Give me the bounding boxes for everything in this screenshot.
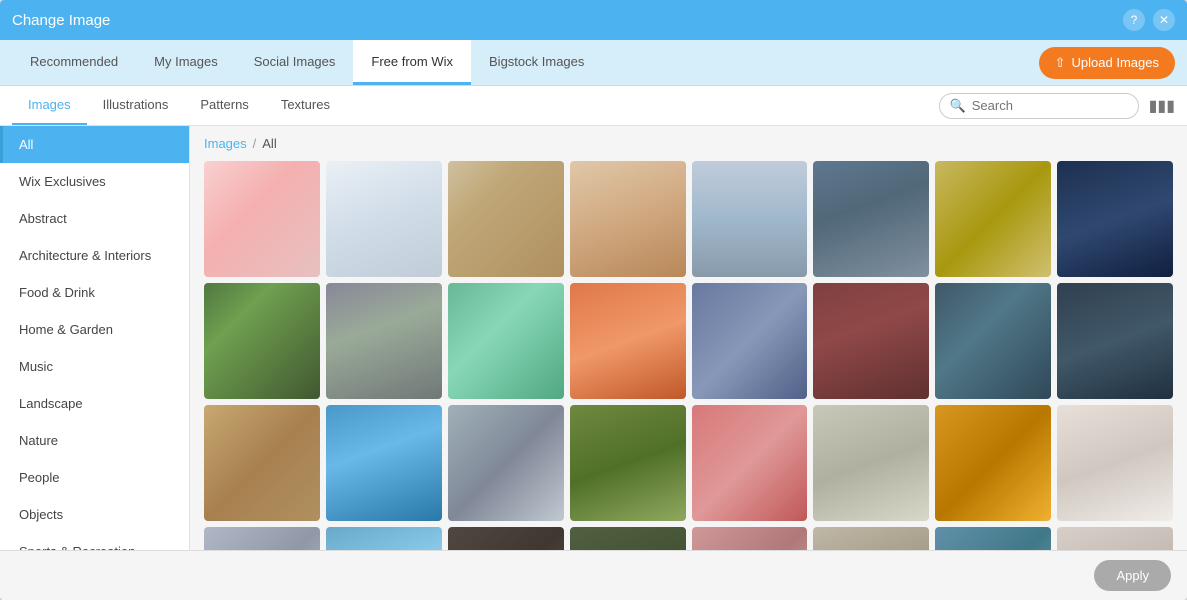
sidebar-item-objects[interactable]: Objects — [0, 496, 189, 533]
image-cell[interactable] — [570, 527, 686, 550]
image-cell[interactable] — [813, 527, 929, 550]
breadcrumb: Images / All — [204, 136, 1173, 151]
main-content: All Wix Exclusives Abstract Architecture… — [0, 126, 1187, 550]
grid-view-icon[interactable]: ▮▮▮ — [1149, 96, 1175, 116]
image-cell[interactable] — [1057, 527, 1173, 550]
modal-title: Change Image — [12, 12, 110, 29]
upload-label: Upload Images — [1072, 55, 1159, 70]
image-cell[interactable] — [1057, 161, 1173, 277]
image-cell[interactable] — [570, 161, 686, 277]
sidebar-item-all[interactable]: All — [0, 126, 189, 163]
breadcrumb-separator: / — [253, 136, 257, 151]
footer: Apply — [0, 550, 1187, 600]
image-cell[interactable] — [448, 161, 564, 277]
sub-tab-right: 🔍 ▮▮▮ — [939, 93, 1175, 119]
image-cell[interactable] — [1057, 405, 1173, 521]
sub-tab-textures[interactable]: Textures — [265, 86, 346, 125]
breadcrumb-current: All — [262, 136, 276, 151]
upload-images-button[interactable]: ⇧ Upload Images — [1039, 47, 1175, 79]
image-cell[interactable] — [692, 283, 808, 399]
image-cell[interactable] — [692, 527, 808, 550]
apply-button[interactable]: Apply — [1094, 560, 1171, 591]
tab-social-images[interactable]: Social Images — [236, 40, 354, 85]
sidebar-item-people[interactable]: People — [0, 459, 189, 496]
image-cell[interactable] — [935, 405, 1051, 521]
image-cell[interactable] — [448, 527, 564, 550]
image-cell[interactable] — [935, 283, 1051, 399]
image-cell[interactable] — [813, 405, 929, 521]
change-image-modal: Change Image ? ✕ Recommended My Images S… — [0, 0, 1187, 600]
sidebar-item-abstract[interactable]: Abstract — [0, 200, 189, 237]
image-cell[interactable] — [1057, 283, 1173, 399]
sub-tab-patterns[interactable]: Patterns — [184, 86, 264, 125]
tab-free-from-wix[interactable]: Free from Wix — [353, 40, 471, 85]
image-cell[interactable] — [204, 405, 320, 521]
title-bar-actions: ? ✕ — [1123, 9, 1175, 31]
sidebar-item-food-drink[interactable]: Food & Drink — [0, 274, 189, 311]
sidebar-item-sports[interactable]: Sports & Recreation — [0, 533, 189, 550]
sidebar-item-architecture[interactable]: Architecture & Interiors — [0, 237, 189, 274]
image-cell[interactable] — [326, 527, 442, 550]
image-cell[interactable] — [935, 527, 1051, 550]
sub-tab-images[interactable]: Images — [12, 86, 87, 125]
image-cell[interactable] — [326, 161, 442, 277]
search-input[interactable] — [972, 98, 1128, 113]
image-cell[interactable] — [204, 527, 320, 550]
sidebar-item-music[interactable]: Music — [0, 348, 189, 385]
image-cell[interactable] — [935, 161, 1051, 277]
upload-icon: ⇧ — [1055, 55, 1066, 71]
sub-tab-bar: Images Illustrations Patterns Textures 🔍… — [0, 86, 1187, 126]
sidebar: All Wix Exclusives Abstract Architecture… — [0, 126, 190, 550]
image-grid — [204, 161, 1173, 550]
image-cell[interactable] — [326, 283, 442, 399]
sub-tab-illustrations[interactable]: Illustrations — [87, 86, 185, 125]
image-cell[interactable] — [204, 283, 320, 399]
search-box[interactable]: 🔍 — [939, 93, 1139, 119]
image-cell[interactable] — [448, 405, 564, 521]
tab-bar: Recommended My Images Social Images Free… — [0, 40, 1187, 86]
image-cell[interactable] — [570, 405, 686, 521]
help-button[interactable]: ? — [1123, 9, 1145, 31]
close-button[interactable]: ✕ — [1153, 9, 1175, 31]
sidebar-item-landscape[interactable]: Landscape — [0, 385, 189, 422]
image-cell[interactable] — [326, 405, 442, 521]
breadcrumb-parent[interactable]: Images — [204, 136, 247, 151]
image-cell[interactable] — [813, 161, 929, 277]
image-cell[interactable] — [692, 405, 808, 521]
tab-bigstock-images[interactable]: Bigstock Images — [471, 40, 602, 85]
sidebar-item-wix-exclusives[interactable]: Wix Exclusives — [0, 163, 189, 200]
image-cell[interactable] — [813, 283, 929, 399]
image-cell[interactable] — [204, 161, 320, 277]
tab-my-images[interactable]: My Images — [136, 40, 236, 85]
search-icon: 🔍 — [950, 98, 966, 114]
sub-tabs-container: Images Illustrations Patterns Textures — [0, 86, 346, 125]
sidebar-item-nature[interactable]: Nature — [0, 422, 189, 459]
image-cell[interactable] — [570, 283, 686, 399]
content-area: Images / All — [190, 126, 1187, 550]
title-bar: Change Image ? ✕ — [0, 0, 1187, 40]
tab-recommended[interactable]: Recommended — [12, 40, 136, 85]
tabs-container: Recommended My Images Social Images Free… — [12, 40, 602, 85]
image-cell[interactable] — [448, 283, 564, 399]
image-cell[interactable] — [692, 161, 808, 277]
sidebar-item-home-garden[interactable]: Home & Garden — [0, 311, 189, 348]
